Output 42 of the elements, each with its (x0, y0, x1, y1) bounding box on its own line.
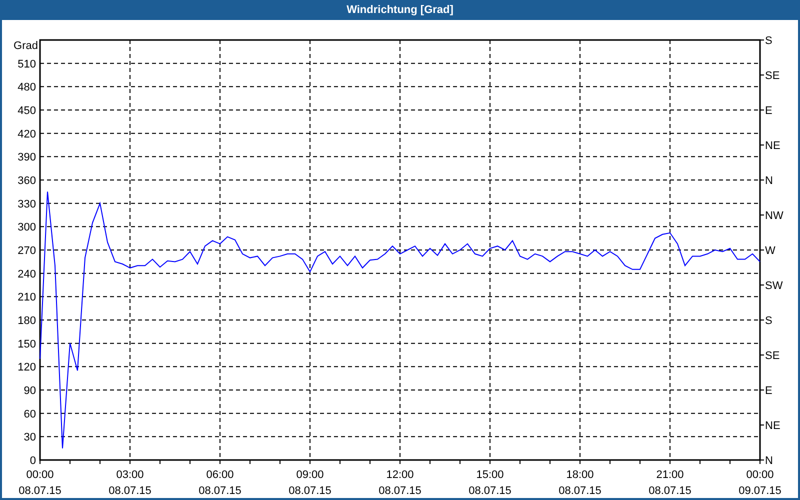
axis-tick-label: 450 (18, 105, 36, 117)
axis-tick-label: 420 (18, 128, 36, 140)
compass-tick-label: S (765, 315, 772, 327)
axis-tick-label: 210 (18, 292, 36, 304)
axis-tick-label: 90 (24, 385, 36, 397)
compass-tick-label: SE (765, 350, 780, 362)
compass-tick-label: SE (765, 70, 780, 82)
axis-tick-label: 240 (18, 268, 36, 280)
compass-tick-label: E (765, 105, 772, 117)
axis-tick-label: 480 (18, 82, 36, 94)
axis-tick-label: 30 (24, 432, 36, 444)
axis-tick-label: 00:00 08.07.15 (18, 469, 62, 497)
compass-tick-label: NE (765, 140, 780, 152)
axis-tick-label: 330 (18, 198, 36, 210)
axis-tick-label: 06:00 08.07.15 (198, 469, 242, 497)
window-title: Windrichtung [Grad] (346, 2, 454, 18)
axis-tick-label: 03:00 08.07.15 (108, 469, 152, 497)
axis-tick-label: 270 (18, 245, 36, 257)
compass-tick-label: N (765, 455, 773, 467)
compass-tick-label: NE (765, 420, 780, 432)
axis-tick-label: 510 (18, 58, 36, 70)
compass-tick-label: S (765, 35, 772, 47)
axis-tick-label: 60 (24, 408, 36, 420)
axis-tick-label: 360 (18, 175, 36, 187)
compass-tick-label: SW (765, 280, 783, 292)
compass-tick-label: W (765, 245, 776, 257)
axis-tick-label: 150 (18, 338, 36, 350)
axis-tick-label: 0 (30, 455, 36, 467)
axis-tick-label: 21:00 08.07.15 (648, 469, 692, 497)
axis-tick-label: 180 (18, 315, 36, 327)
axis-tick-label: 300 (18, 222, 36, 234)
axis-title: Grad (14, 40, 38, 52)
axis-tick-label: 12:00 08.07.15 (378, 469, 422, 497)
axis-tick-label: 120 (18, 362, 36, 374)
axis-tick-label: 18:00 08.07.15 (558, 469, 602, 497)
axis-tick-label: 390 (18, 152, 36, 164)
axis-tick-label: 00:00 09.07.15 (738, 469, 782, 497)
compass-tick-label: NW (765, 210, 784, 222)
axis-tick-label: 15:00 08.07.15 (468, 469, 512, 497)
axis-tick-label: 09:00 08.07.15 (288, 469, 332, 497)
compass-tick-label: N (765, 175, 773, 187)
compass-tick-label: E (765, 385, 772, 397)
